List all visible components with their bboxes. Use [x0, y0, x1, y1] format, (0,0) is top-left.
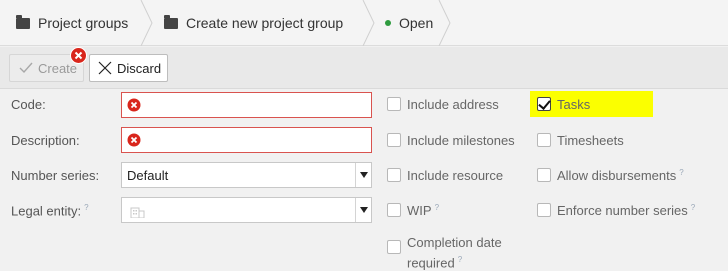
number-series-value: Default [127, 168, 169, 183]
wip-checkbox[interactable]: WIP ? [387, 203, 439, 218]
checkbox-label: Include address [407, 97, 499, 112]
breadcrumb-separator-icon [140, 0, 153, 46]
checkbox-label: Enforce number series [557, 203, 688, 218]
number-series-select[interactable]: Default [121, 162, 372, 188]
breadcrumb: Project groups Create new project group … [0, 0, 728, 46]
error-badge-icon [70, 47, 87, 64]
help-icon[interactable]: ? [458, 255, 462, 264]
help-icon[interactable]: ? [679, 168, 683, 177]
checkbox-box[interactable] [387, 133, 401, 147]
checkbox-box[interactable] [387, 97, 401, 111]
checkbox-label: Completion date required? [407, 235, 502, 271]
checkbox-box[interactable] [387, 203, 401, 217]
folder-icon [164, 14, 178, 29]
discard-button[interactable]: Discard [89, 54, 168, 82]
breadcrumb-label: Project groups [38, 15, 129, 31]
breadcrumb-separator-icon [362, 0, 375, 46]
error-icon [127, 98, 141, 112]
description-label: Description: [11, 133, 80, 148]
chevron-down-icon[interactable] [355, 163, 371, 187]
checkbox-box-checked[interactable] [537, 97, 551, 111]
checkbox-label: Allow disbursements [557, 168, 677, 183]
allow-disbursements-checkbox[interactable]: Allow disbursements ? [537, 168, 684, 183]
include-milestones-checkbox[interactable]: Include milestones [387, 133, 515, 148]
close-icon [98, 61, 112, 75]
description-field[interactable] [121, 127, 372, 153]
code-label: Code: [11, 97, 46, 112]
checkbox-label: Include resource [407, 168, 504, 183]
checkbox-label: Tasks [557, 97, 591, 112]
error-icon [127, 133, 141, 147]
help-icon[interactable]: ? [691, 203, 695, 212]
check-icon [19, 62, 33, 74]
folder-icon [16, 14, 30, 29]
tasks-checkbox[interactable]: Tasks [537, 97, 590, 112]
help-icon[interactable]: ? [435, 203, 439, 212]
completion-date-required-checkbox[interactable]: Completion date required? [387, 234, 502, 271]
enforce-number-series-checkbox[interactable]: Enforce number series ? [537, 203, 695, 218]
include-resource-checkbox[interactable]: Include resource [387, 168, 503, 183]
breadcrumb-separator-icon [438, 0, 451, 46]
breadcrumb-create-new-project-group[interactable]: Create new project group [164, 0, 343, 46]
include-address-checkbox[interactable]: Include address [387, 97, 499, 112]
breadcrumb-project-groups[interactable]: Project groups [16, 0, 128, 46]
checkbox-label: Include milestones [407, 133, 515, 148]
checkbox-label: Timesheets [557, 133, 624, 148]
legal-entity-label: Legal entity:? [11, 203, 89, 219]
code-field[interactable] [121, 92, 372, 118]
toolbar: Create Discard [0, 47, 728, 89]
breadcrumb-label: Open [399, 15, 434, 31]
discard-label: Discard [117, 60, 162, 76]
checkbox-label: WIP [407, 203, 432, 218]
legal-entity-select[interactable] [121, 197, 372, 223]
checkbox-box[interactable] [537, 168, 551, 182]
building-icon [130, 207, 145, 218]
status-dot-icon [385, 20, 391, 26]
breadcrumb-label: Create new project group [186, 15, 344, 31]
breadcrumb-status-open[interactable]: Open [385, 0, 433, 46]
checkbox-box[interactable] [537, 133, 551, 147]
timesheets-checkbox[interactable]: Timesheets [537, 133, 624, 148]
help-icon[interactable]: ? [84, 203, 88, 212]
checkbox-box[interactable] [387, 240, 401, 254]
checkbox-box[interactable] [387, 168, 401, 182]
number-series-label: Number series: [11, 168, 100, 183]
checkbox-box[interactable] [537, 203, 551, 217]
chevron-down-icon[interactable] [355, 198, 371, 222]
